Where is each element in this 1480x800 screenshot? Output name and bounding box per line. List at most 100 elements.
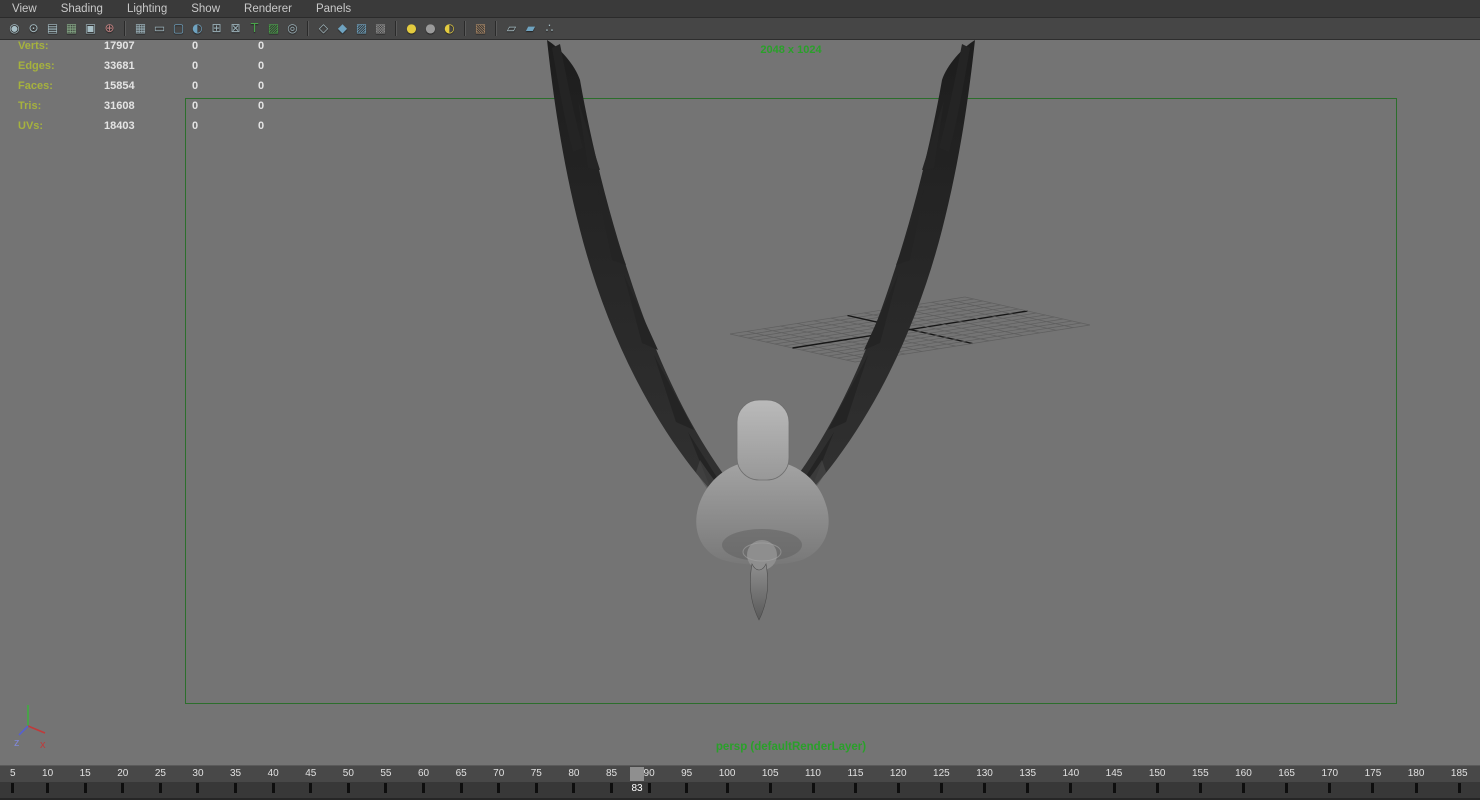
timeline-tick[interactable]: 160 bbox=[1235, 766, 1252, 800]
menu-view[interactable]: View bbox=[10, 2, 39, 16]
timeline-tick[interactable]: 5 bbox=[10, 766, 16, 800]
image-plane-icon[interactable]: ▣ bbox=[82, 20, 99, 37]
timeline-tick[interactable]: 120 bbox=[890, 766, 907, 800]
timeline-tick-label: 90 bbox=[643, 768, 655, 779]
timeline-tick[interactable]: 35 bbox=[230, 766, 241, 800]
select-camera-icon[interactable]: ◉ bbox=[6, 20, 23, 37]
timeline-tick-label: 85 bbox=[605, 768, 618, 779]
timeline-tick[interactable]: 140 bbox=[1063, 766, 1079, 800]
timeline-tick-mark bbox=[1285, 783, 1289, 793]
checker-icon[interactable]: ▩ bbox=[372, 20, 389, 37]
timeline-tick[interactable]: 110 bbox=[805, 766, 821, 800]
field-chart-icon[interactable]: ⊞ bbox=[208, 20, 225, 37]
textured-icon[interactable]: ▨ bbox=[353, 20, 370, 37]
hud-stat-col3: 0 bbox=[258, 100, 265, 112]
panel-toolbar: ◉ ⊙ ▤ ▦ ▣ ⊕ ▦ ▭ ▢ ◐ ⊞ ⊠ T ▨ ◎ ◇ ◆ ▨ ▩ ● ● ◐ ▧ ▱ ▰ ∴ bbox=[0, 18, 1480, 40]
hud-stat-total: 18403 bbox=[104, 120, 135, 132]
toolbar-group-isolate: ▧ bbox=[472, 20, 489, 37]
timeline-tick[interactable]: 180 bbox=[1408, 766, 1424, 800]
hud-stat-col2: 0 bbox=[192, 100, 199, 112]
menu-shading[interactable]: Shading bbox=[59, 2, 105, 16]
timeline-tick[interactable]: 125 bbox=[933, 766, 950, 800]
timeline-tick-mark bbox=[1069, 783, 1073, 793]
menu-show[interactable]: Show bbox=[189, 2, 222, 16]
gate-mask-icon[interactable]: ◐ bbox=[189, 20, 206, 37]
node-connections-icon[interactable]: ∴ bbox=[541, 20, 558, 37]
toolbar-group-shading: ◇ ◆ ▨ ▩ bbox=[315, 20, 389, 37]
toolbar-separator bbox=[307, 21, 309, 36]
timeline-tick[interactable]: 145 bbox=[1106, 766, 1122, 800]
default-light-icon[interactable]: ◐ bbox=[441, 20, 458, 37]
current-frame-handle[interactable] bbox=[630, 767, 644, 781]
hud-stat-col3: 0 bbox=[258, 60, 265, 72]
snapshot-icon[interactable]: ◎ bbox=[284, 20, 301, 37]
pan-zoom-icon[interactable]: ⊕ bbox=[101, 20, 118, 37]
toolbar-separator bbox=[464, 21, 466, 36]
panel-menu-bar: View Shading Lighting Show Renderer Pane… bbox=[0, 0, 1480, 18]
timeline-tick[interactable]: 60 bbox=[418, 766, 429, 800]
timeline-tick[interactable]: 70 bbox=[493, 766, 504, 800]
timeline-tick[interactable]: 15 bbox=[80, 766, 91, 800]
wireframe-icon[interactable]: ◇ bbox=[315, 20, 332, 37]
smooth-shade-icon[interactable]: ◆ bbox=[334, 20, 351, 37]
toolbar-group-camera: ◉ ⊙ ▤ ▦ ▣ ⊕ bbox=[6, 20, 118, 37]
texture-view-icon[interactable]: ▨ bbox=[265, 20, 282, 37]
timeline-tick-label: 20 bbox=[117, 768, 129, 779]
timeline-tick[interactable]: 40 bbox=[268, 766, 279, 800]
camera-attributes-icon[interactable]: ▤ bbox=[44, 20, 61, 37]
grid-icon[interactable]: ▦ bbox=[132, 20, 149, 37]
timeline-tick[interactable]: 105 bbox=[762, 766, 779, 800]
timeline-tick[interactable]: 150 bbox=[1149, 766, 1166, 800]
lock-camera-icon[interactable]: ⊙ bbox=[25, 20, 42, 37]
timeline-tick[interactable]: 45 bbox=[305, 766, 316, 800]
all-lights-icon[interactable]: ● bbox=[403, 20, 420, 37]
timeline-tick[interactable]: 185 bbox=[1451, 766, 1468, 800]
timeline-tick[interactable]: 165 bbox=[1278, 766, 1295, 800]
toolbar-group-xray: ▱ ▰ ∴ bbox=[503, 20, 558, 37]
xray-icon[interactable]: ▱ bbox=[503, 20, 520, 37]
timeline-tick[interactable]: 115 bbox=[847, 766, 863, 800]
resolution-gate-icon[interactable]: ▢ bbox=[170, 20, 187, 37]
timeline-tick[interactable]: 20 bbox=[117, 766, 128, 800]
timeline-tick[interactable]: 95 bbox=[681, 766, 692, 800]
timeline-tick[interactable]: 85 bbox=[606, 766, 617, 800]
time-slider-track[interactable]: 5 10 15 20 25 30 35 40 45 50 55 60 65 70… bbox=[0, 766, 1480, 800]
safe-title-icon[interactable]: T bbox=[246, 20, 263, 37]
timeline-tick[interactable]: 75 bbox=[531, 766, 542, 800]
menu-renderer[interactable]: Renderer bbox=[242, 2, 294, 16]
xray-joints-icon[interactable]: ▰ bbox=[522, 20, 539, 37]
timeline-tick[interactable]: 80 bbox=[568, 766, 579, 800]
timeline-tick[interactable]: 25 bbox=[155, 766, 166, 800]
timeline-tick[interactable]: 130 bbox=[976, 766, 993, 800]
timeline-tick-label: 70 bbox=[493, 768, 505, 779]
viewport-canvas[interactable] bbox=[0, 40, 1480, 765]
timeline-tick[interactable]: 65 bbox=[456, 766, 467, 800]
timeline-tick[interactable]: 135 bbox=[1019, 766, 1036, 800]
time-slider[interactable]: 5 10 15 20 25 30 35 40 45 50 55 60 65 70… bbox=[0, 765, 1480, 800]
menu-panels[interactable]: Panels bbox=[314, 2, 353, 16]
timeline-tick-mark bbox=[422, 783, 426, 793]
safe-action-icon[interactable]: ⊠ bbox=[227, 20, 244, 37]
bookmarks-icon[interactable]: ▦ bbox=[63, 20, 80, 37]
timeline-tick[interactable]: 50 bbox=[343, 766, 354, 800]
timeline-tick[interactable]: 155 bbox=[1192, 766, 1209, 800]
hud-stat-label: Verts: bbox=[18, 40, 49, 52]
timeline-tick[interactable]: 55 bbox=[380, 766, 392, 800]
toolbar-group-lighting: ● ● ◐ bbox=[403, 20, 458, 37]
current-frame-marker[interactable]: 83 bbox=[629, 767, 645, 794]
no-lights-icon[interactable]: ● bbox=[422, 20, 439, 37]
timeline-tick-label: 15 bbox=[79, 768, 91, 779]
timeline-tick-label: 40 bbox=[267, 768, 279, 779]
perspective-viewport[interactable]: Verts: 17907 0 0 Edges: 33681 0 0 Faces:… bbox=[0, 40, 1480, 765]
timeline-tick[interactable]: 10 bbox=[42, 766, 53, 800]
timeline-tick[interactable]: 30 bbox=[192, 766, 204, 800]
timeline-tick-mark bbox=[725, 783, 729, 793]
film-gate-icon[interactable]: ▭ bbox=[151, 20, 168, 37]
isolate-select-icon[interactable]: ▧ bbox=[472, 20, 489, 37]
timeline-tick[interactable]: 175 bbox=[1365, 766, 1381, 800]
hud-stat-label: Tris: bbox=[18, 100, 42, 112]
timeline-tick[interactable]: 170 bbox=[1321, 766, 1338, 800]
timeline-tick[interactable]: 90 bbox=[644, 766, 655, 800]
menu-lighting[interactable]: Lighting bbox=[125, 2, 169, 16]
timeline-tick[interactable]: 100 bbox=[719, 766, 735, 800]
